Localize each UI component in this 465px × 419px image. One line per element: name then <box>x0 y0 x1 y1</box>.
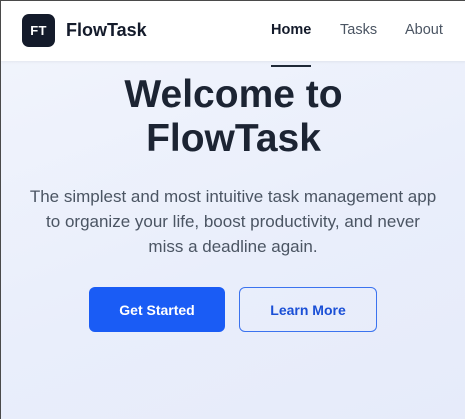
hero-subtitle-line-2: to organize your life, boost productivit… <box>46 212 420 231</box>
nav-link-tasks[interactable]: Tasks <box>340 22 377 38</box>
hero-subtitle: The simplest and most intuitive task man… <box>13 184 453 259</box>
hero-subtitle-line-3: miss a deadline again. <box>148 237 318 256</box>
browser-frame: FT FlowTask Home Tasks About Welcome to … <box>0 0 465 419</box>
hero-title-line-2: FlowTask <box>146 117 321 160</box>
nav-link-home[interactable]: Home <box>271 22 311 38</box>
logo-icon[interactable]: FT <box>22 14 55 47</box>
hero-title: Welcome to FlowTask <box>1 73 465 161</box>
active-nav-indicator <box>271 65 311 67</box>
learn-more-button[interactable]: Learn More <box>239 287 377 332</box>
hero-subtitle-line-1: The simplest and most intuitive task man… <box>29 187 437 206</box>
top-navbar: FT FlowTask Home Tasks About <box>1 1 465 61</box>
get-started-button[interactable]: Get Started <box>89 287 225 332</box>
hero-title-line-1: Welcome to <box>124 73 343 116</box>
brand-name[interactable]: FlowTask <box>66 20 147 41</box>
nav-link-about[interactable]: About <box>405 22 443 38</box>
landing-page: FT FlowTask Home Tasks About Welcome to … <box>1 1 465 419</box>
